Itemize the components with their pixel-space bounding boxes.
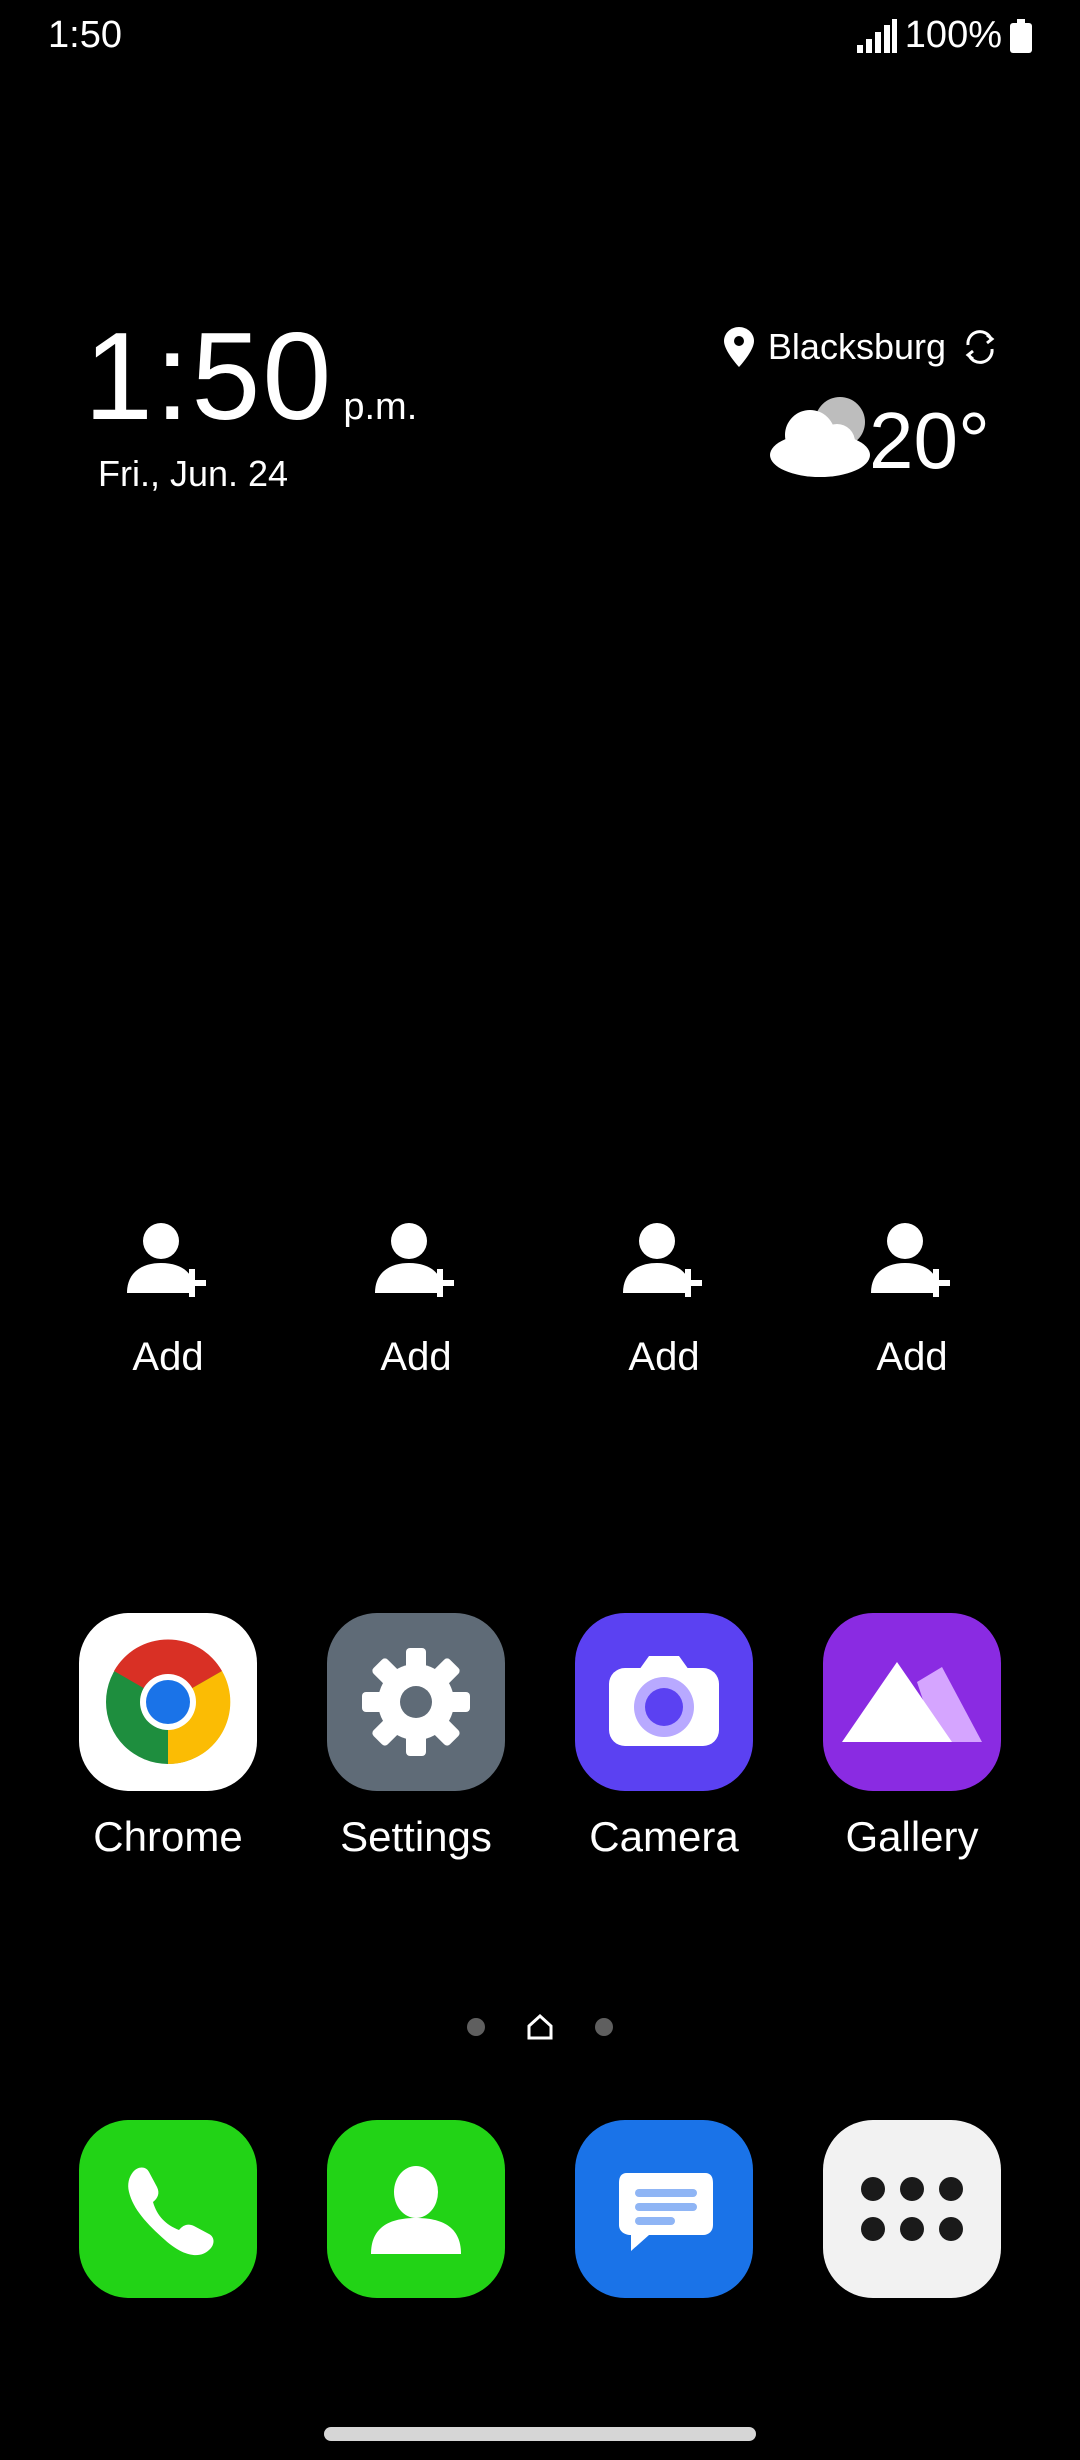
weather-widget[interactable]: Blacksburg 20° [640,320,1000,490]
app-drawer-icon[interactable] [823,2120,1001,2298]
dock-messages[interactable] [540,2120,788,2298]
app-row: Chrome Settings Camera Gallery [0,1613,1080,1861]
clock-ampm: p.m. [343,386,418,428]
battery-percent: 100% [904,14,1002,56]
page-indicator [0,2012,1080,2042]
add-contact-shortcut[interactable]: Add [540,1215,788,1380]
status-bar: 1:50 100% [0,0,1080,80]
page-dot[interactable] [467,2018,485,2036]
add-person-icon [375,1223,454,1297]
chrome-icon[interactable] [79,1613,257,1791]
app-label: Settings [340,1813,492,1860]
home-page-icon[interactable] [525,2012,555,2042]
add-person-icon [871,1223,950,1297]
add-contact-shortcut[interactable]: Add [788,1215,1036,1380]
app-gallery[interactable]: Gallery [788,1613,1036,1861]
app-label: Chrome [93,1813,243,1860]
clock-date: Fri., Jun. 24 [98,453,289,494]
contact-label: Add [876,1335,948,1379]
status-right: 100% [856,14,1032,57]
refresh-icon[interactable] [960,327,1000,367]
add-person-icon [623,1223,702,1297]
weather-temperature: 20° [869,396,990,485]
status-time: 1:50 [48,14,122,56]
contact-label: Add [132,1335,204,1379]
messages-icon[interactable] [575,2120,753,2298]
phone-icon[interactable] [79,2120,257,2298]
dock-contacts[interactable] [292,2120,540,2298]
signal-icon [856,18,897,53]
gesture-navigation-bar[interactable] [324,2427,756,2441]
add-contact-shortcut[interactable]: Add [292,1215,540,1380]
dock-app-drawer[interactable] [788,2120,1036,2298]
battery-icon [1010,18,1032,53]
app-label: Gallery [845,1813,979,1860]
gallery-icon[interactable] [823,1613,1001,1791]
weather-location-row: Blacksburg [723,326,1000,368]
app-chrome[interactable]: Chrome [44,1613,292,1861]
add-contact-shortcut[interactable]: Add [44,1215,292,1380]
weather-location: Blacksburg [767,326,946,367]
clock-widget[interactable]: 1:50 p.m. Fri., Jun. 24 [84,315,417,495]
dock [0,2120,1080,2298]
contact-label: Add [628,1335,700,1379]
gear-icon[interactable] [327,1613,505,1791]
contact-label: Add [380,1335,452,1379]
clock-time: 1:50 [84,308,334,446]
dock-phone[interactable] [44,2120,292,2298]
page-dot[interactable] [595,2018,613,2036]
home-screen: 1:50 100% 1:50 p.m. Fri., Jun. 24 Blacks… [0,0,1080,2460]
contacts-icon[interactable] [327,2120,505,2298]
app-label: Camera [589,1813,739,1860]
contact-shortcuts-row: Add Add Add Add [0,1215,1080,1380]
location-pin-icon [723,327,754,367]
add-person-icon [127,1223,206,1297]
camera-icon[interactable] [575,1613,753,1791]
app-settings[interactable]: Settings [292,1613,540,1861]
app-camera[interactable]: Camera [540,1613,788,1861]
cloud-icon [770,397,870,477]
